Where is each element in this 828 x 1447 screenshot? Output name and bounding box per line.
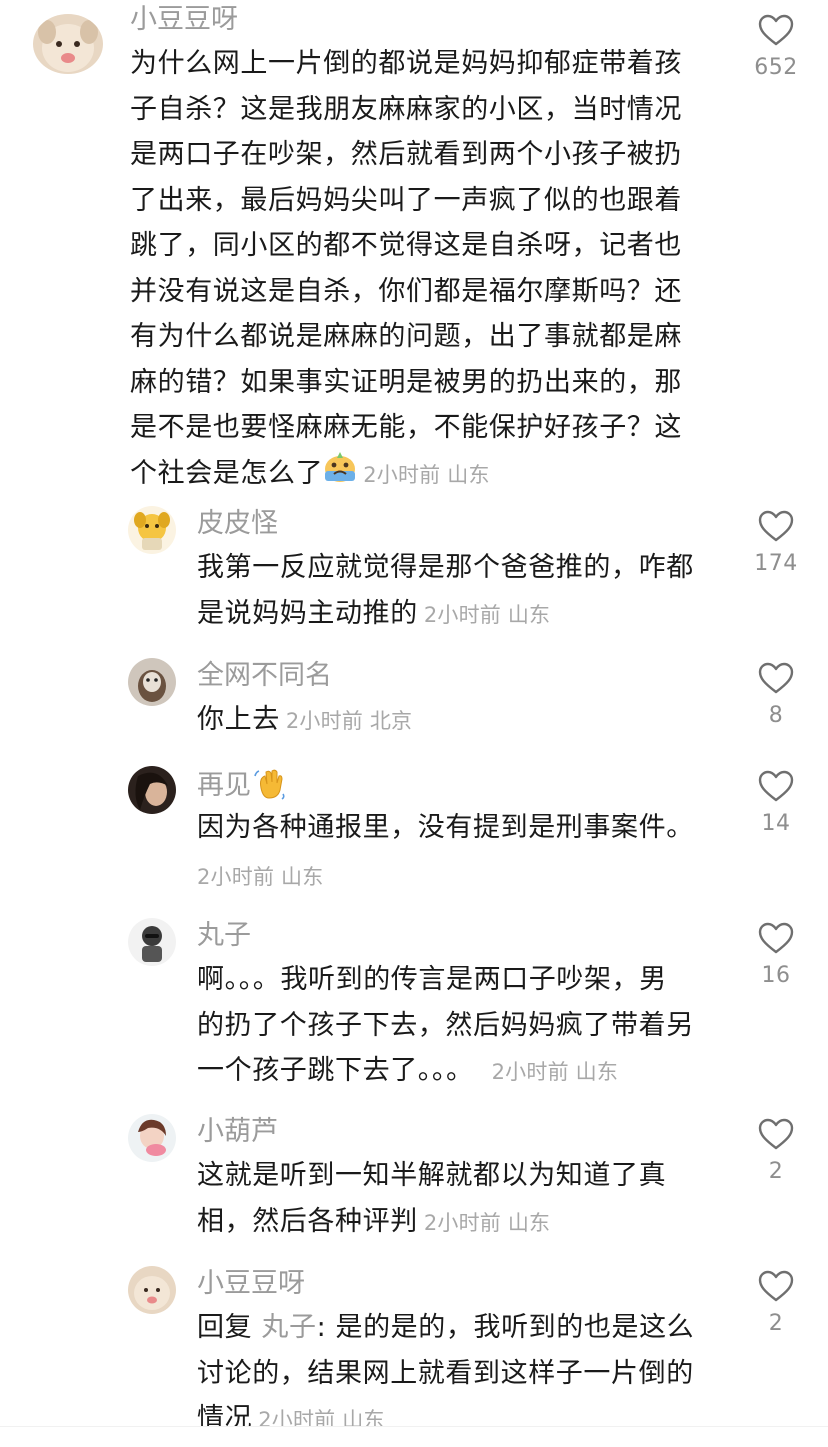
avatar[interactable] <box>128 1114 176 1162</box>
like-count: 8 <box>768 703 784 728</box>
user-avatar-image <box>128 1266 176 1314</box>
heart-outline-icon <box>758 662 794 694</box>
comment-item[interactable]: 再见 因为各种通报里，没有提到是刑事案件。 2小时前 山东 14 <box>0 760 828 900</box>
comment-meta: 2小时前 山东 <box>363 462 490 487</box>
heart-outline-icon <box>758 770 794 802</box>
like-button[interactable]: 652 <box>741 14 811 80</box>
comment-item[interactable]: 小葫芦 这就是听到一知半解就都以为知道了真 相，然后各种评判 2小时前 山东 2 <box>0 1108 828 1253</box>
avatar[interactable] <box>128 918 176 966</box>
comment-text: 这就是听到一知半解就都以为知道了真 相，然后各种评判 2小时前 山东 <box>197 1160 667 1237</box>
comment-username[interactable]: 小豆豆呀 <box>197 1270 305 1297</box>
comment-meta: 2小时前 北京 <box>285 709 413 733</box>
heart-outline-icon <box>758 1270 794 1302</box>
comment-username[interactable]: 全网不同名 <box>197 662 332 689</box>
user-avatar-image <box>128 1114 176 1162</box>
comment-text: 我第一反应就觉得是那个爸爸推的，咋都 是说妈妈主动推的 2小时前 山东 <box>197 552 694 629</box>
user-avatar-image <box>128 506 176 554</box>
reply-to-username[interactable]: 丸子 <box>261 1312 316 1343</box>
comment-meta: 2小时前 山东 <box>423 602 551 627</box>
reply-prefix: 回复 <box>197 1312 253 1343</box>
comment-text: 啊。。。我听到的传言是两口子吵架，男 的扔了个孩子下去，然后妈妈疯了带着另 一个… <box>197 964 694 1086</box>
comment-meta: 2小时前 山东 <box>491 1060 619 1084</box>
avatar[interactable] <box>128 506 176 554</box>
user-avatar-image <box>33 14 103 74</box>
user-avatar-image <box>128 658 176 706</box>
like-count: 2 <box>768 1159 784 1184</box>
comment-username[interactable]: 小葫芦 <box>197 1118 278 1145</box>
like-button[interactable]: 174 <box>741 510 811 576</box>
comment-item[interactable]: 丸子 啊。。。我听到的传言是两口子吵架，男 的扔了个孩子下去，然后妈妈疯了带着另… <box>0 912 828 1102</box>
like-button[interactable]: 16 <box>741 922 811 988</box>
like-count: 2 <box>768 1311 784 1336</box>
user-avatar-image <box>128 918 176 966</box>
heart-outline-icon <box>758 922 794 954</box>
comment-username[interactable]: 皮皮怪 <box>197 510 278 537</box>
like-button[interactable]: 8 <box>741 662 811 728</box>
like-button[interactable]: 14 <box>741 770 811 836</box>
like-count: 652 <box>754 55 798 80</box>
bottom-edge <box>0 1426 828 1447</box>
avatar[interactable] <box>128 658 176 706</box>
comment-username[interactable]: 小豆豆呀 <box>130 6 238 33</box>
crying-face-emoji-icon <box>323 451 357 498</box>
user-avatar-image <box>128 766 176 814</box>
avatar[interactable] <box>33 14 103 74</box>
comment-item[interactable]: 全网不同名 你上去 2小时前 北京 8 <box>0 652 828 752</box>
like-count: 14 <box>761 811 791 836</box>
heart-outline-icon <box>758 14 794 46</box>
comment-item[interactable]: 小豆豆呀 为什么网上一片倒的都说是妈妈抑郁症带着孩 子自杀？这是我朋友麻麻家的小… <box>0 0 828 490</box>
waving-hand-emoji-icon <box>253 768 287 805</box>
comment-item[interactable]: 小豆豆呀 回复 丸子: 是的是的，我听到的也是这么 讨论的，结果网上就看到这样子… <box>0 1260 828 1447</box>
like-button[interactable]: 2 <box>741 1270 811 1336</box>
like-count: 174 <box>754 551 798 576</box>
like-button[interactable]: 2 <box>741 1118 811 1184</box>
heart-outline-icon <box>758 510 794 542</box>
comment-item[interactable]: 皮皮怪 我第一反应就觉得是那个爸爸推的，咋都 是说妈妈主动推的 2小时前 山东 1… <box>0 500 828 645</box>
comment-text: 回复 丸子: 是的是的，我听到的也是这么 讨论的，结果网上就看到这样子一片倒的 … <box>197 1312 695 1434</box>
comment-username[interactable]: 丸子 <box>197 922 251 949</box>
comment-meta: 2小时前 山东 <box>423 1210 551 1235</box>
comment-text: 你上去 2小时前 北京 <box>197 704 413 735</box>
comment-text: 为什么网上一片倒的都说是妈妈抑郁症带着孩 子自杀？这是我朋友麻麻家的小区，当时情… <box>130 41 730 498</box>
like-count: 16 <box>761 963 791 988</box>
comment-text: 因为各种通报里，没有提到是刑事案件。 <box>197 812 694 843</box>
comment-meta: 2小时前 山东 <box>197 865 324 889</box>
avatar[interactable] <box>128 1266 176 1314</box>
heart-outline-icon <box>758 1118 794 1150</box>
comment-username[interactable]: 再见 <box>197 768 287 805</box>
avatar[interactable] <box>128 766 176 814</box>
